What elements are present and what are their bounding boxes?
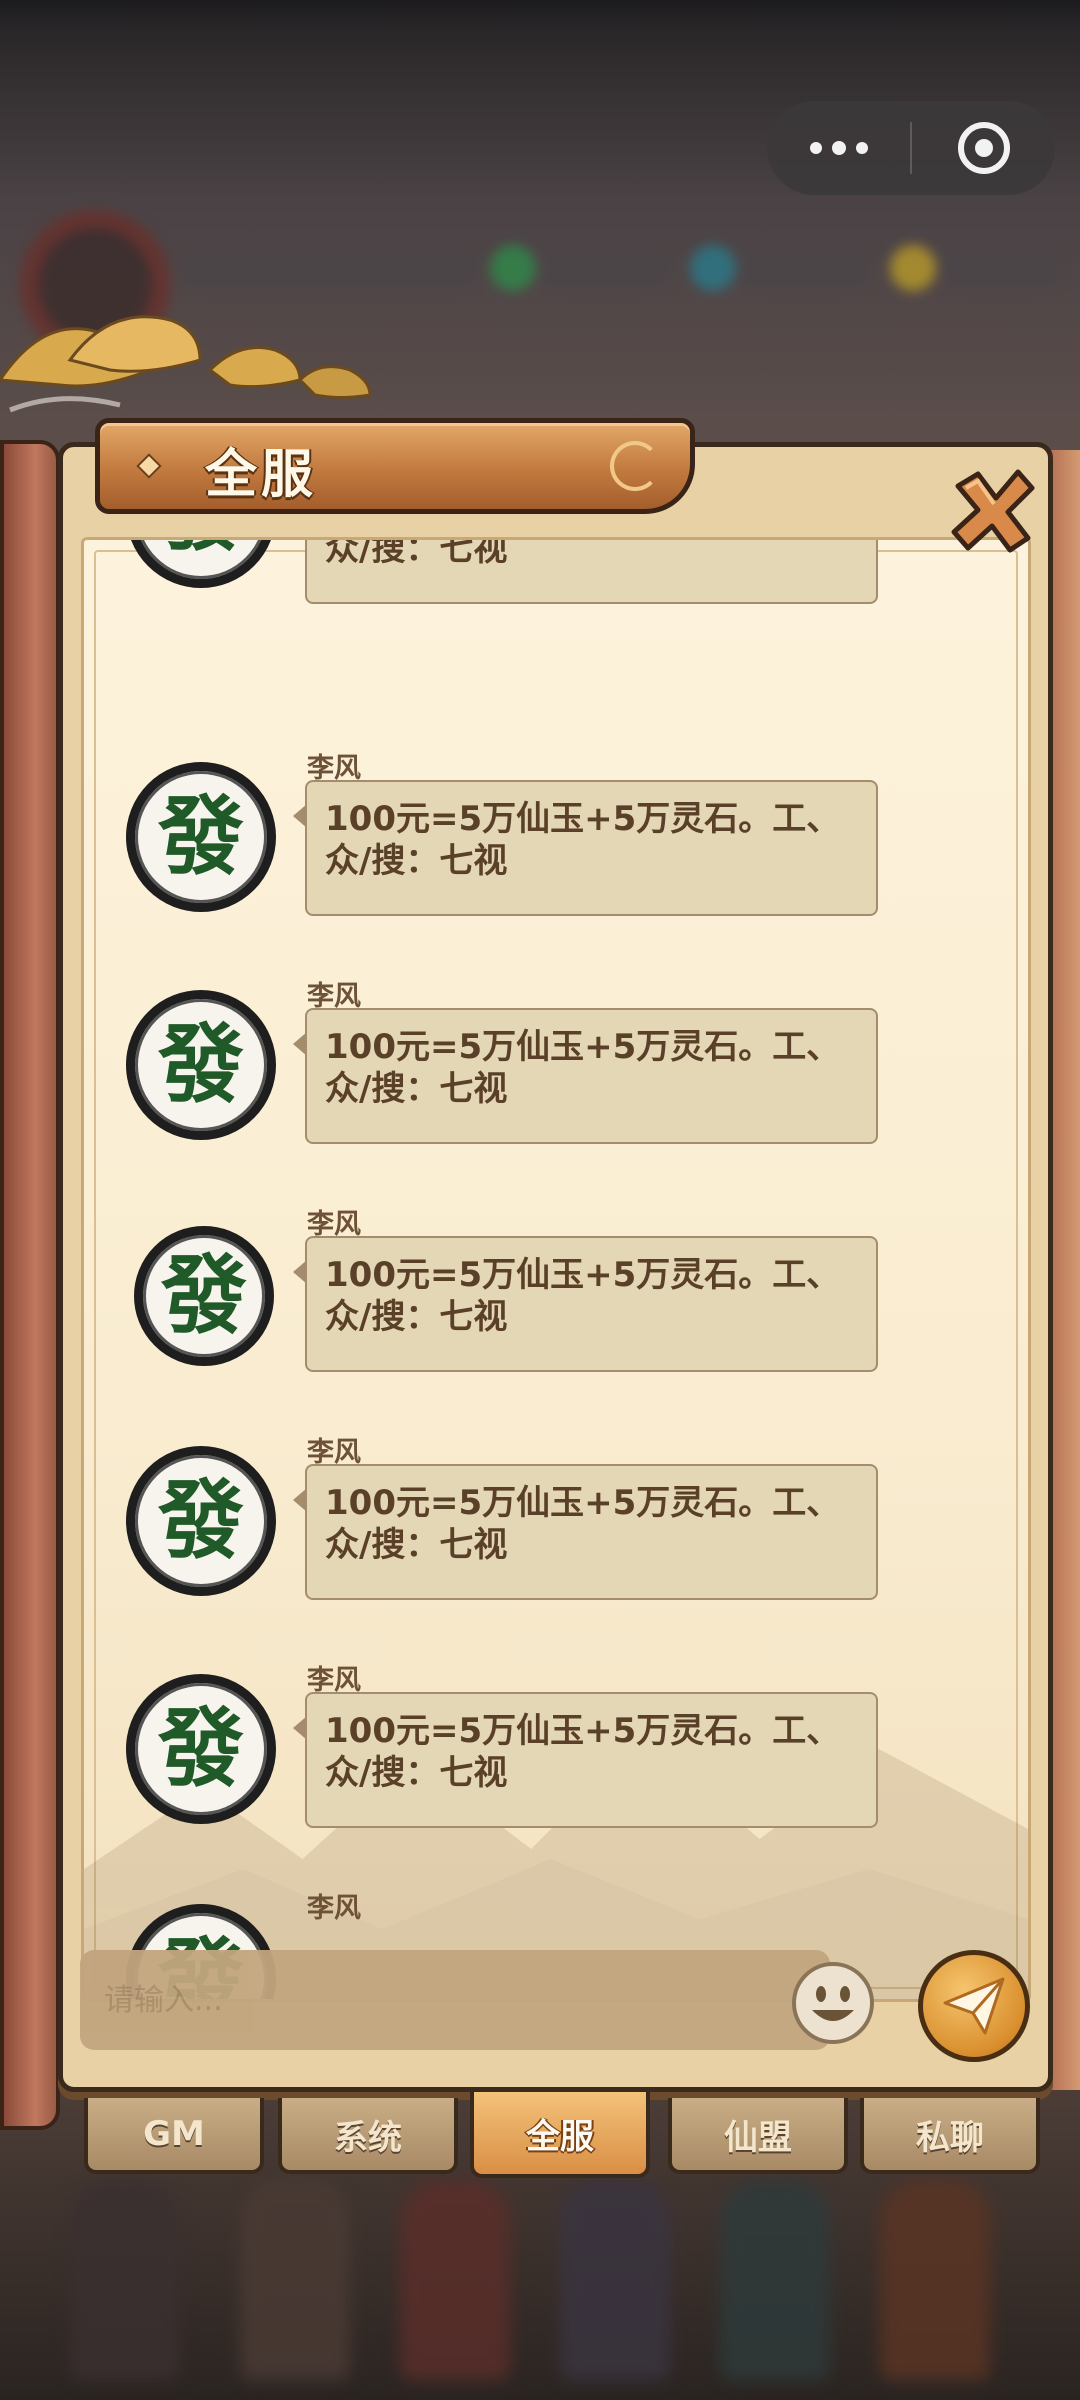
list-item: 發 李风 100元=5万仙玉+5万灵石。工、众/搜：七视 [84, 1665, 1028, 1882]
page-title: 全服 [205, 445, 318, 505]
tab-private-chat[interactable]: 私聊 [860, 2098, 1040, 2174]
message-bubble: 100元=5万仙玉+5万灵石。工、众/搜：七视 [293, 1692, 878, 1828]
avatar[interactable]: 發 [126, 1674, 276, 1824]
avatar[interactable]: 發 [126, 1446, 276, 1596]
title-plaque [95, 418, 695, 514]
miniprogram-capsule [767, 101, 1055, 195]
smiley-icon[interactable] [790, 1960, 876, 2046]
chat-dialog: 發 100元=5万仙玉+5万灵石。工、众/搜：七视 發 李风 100元=5万仙玉… [58, 442, 1053, 2092]
message-bubble: 100元=5万仙玉+5万灵石。工、众/搜：七视 [293, 1008, 878, 1144]
message-bubble: 100元=5万仙玉+5万灵石。工、众/搜：七视 [293, 1464, 878, 1600]
message-list[interactable]: 發 100元=5万仙玉+5万灵石。工、众/搜：七视 發 李风 100元=5万仙玉… [84, 540, 1028, 1999]
sender-name: 李风 [307, 1893, 361, 1924]
left-side-frame [0, 440, 60, 2130]
chat-input-container [80, 1950, 830, 2050]
list-item: 發 李风 100元=5万仙玉+5万灵石。工、众/搜：七视 [84, 753, 1028, 970]
list-item: 發 李风 100元=5万仙玉+5万灵石。工、众/搜：七视 [84, 981, 1028, 1198]
list-item: 發 100元=5万仙玉+5万灵石。工、众/搜：七视 [84, 540, 1028, 604]
more-dots-icon[interactable] [767, 101, 910, 195]
channel-tabs: GM 系统 全服 仙盟 私聊 [0, 2088, 1080, 2188]
tab-gm[interactable]: GM [84, 2098, 264, 2174]
message-bubble: 100元=5万仙玉+5万灵石。工、众/搜：七视 [305, 540, 878, 604]
avatar[interactable]: 發 [126, 990, 276, 1140]
avatar[interactable]: 發 [134, 1226, 274, 1366]
ginkgo-leaves-decoration [0, 315, 372, 413]
message-bubble: 100元=5万仙玉+5万灵石。工、众/搜：七视 [293, 780, 878, 916]
chat-input[interactable] [104, 1950, 784, 2050]
send-button[interactable] [918, 1950, 1030, 2062]
paper-plane-icon [943, 1977, 1005, 2035]
message-area[interactable]: 發 100元=5万仙玉+5万灵石。工、众/搜：七视 發 李风 100元=5万仙玉… [81, 537, 1031, 2002]
close-x-icon[interactable] [948, 466, 1038, 556]
list-item: 發 李风 100元=5万仙玉+5万灵石。工、众/搜：七视 [84, 1209, 1028, 1426]
avatar[interactable]: 發 [126, 540, 276, 588]
avatar[interactable]: 發 [126, 762, 276, 912]
target-circle-icon[interactable] [912, 122, 1055, 174]
message-bubble: 100元=5万仙玉+5万灵石。工、众/搜：七视 [293, 1236, 878, 1372]
tab-alliance[interactable]: 仙盟 [668, 2098, 848, 2174]
tab-all-server[interactable]: 全服 [470, 2092, 650, 2178]
list-item: 發 李风 100元=5万仙玉+5万灵石。工、众/搜：七视 [84, 1437, 1028, 1654]
tab-system[interactable]: 系统 [278, 2098, 458, 2174]
background-characters [0, 2170, 1080, 2400]
